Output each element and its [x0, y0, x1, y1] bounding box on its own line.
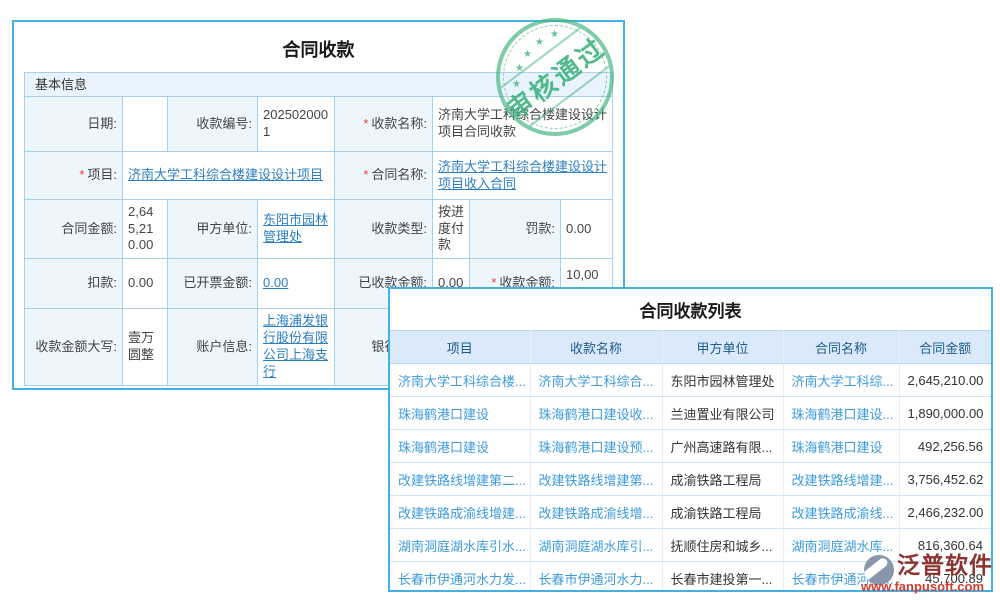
date-label: 日期:	[25, 97, 123, 152]
receipt-name-label: *收款名称:	[335, 97, 433, 152]
party-a-value: 东阳市园林管理处	[258, 200, 335, 259]
cell-project-link[interactable]: 湖南洞庭湖水库引水...	[390, 529, 530, 562]
header-contract-name: 合同名称	[783, 331, 899, 364]
cell-party-a: 东阳市园林管理处	[662, 364, 783, 397]
contract-name-link[interactable]: 济南大学工科综合楼建设设计项目收入合同	[438, 159, 607, 193]
table-row: 长春市伊通河水力发... 长春市伊通河水力... 长春市建投第一... 长春市伊…	[390, 562, 991, 593]
receipt-list-table: 项目 收款名称 甲方单位 合同名称 合同金额 济南大学工科综合楼... 济南大学…	[390, 330, 991, 592]
cell-contract-amount: 816,360.64	[899, 529, 991, 562]
cell-contract-name-link[interactable]: 长春市伊通河水...	[783, 562, 899, 593]
party-a-label: 甲方单位:	[168, 200, 258, 259]
cell-contract-name-link[interactable]: 改建铁路成渝线...	[783, 496, 899, 529]
invoiced-amount-value: 0.00	[258, 259, 335, 309]
cell-project-link[interactable]: 珠海鹤港口建设	[390, 430, 530, 463]
header-party-a: 甲方单位	[662, 331, 783, 364]
deduction-value: 0.00	[123, 259, 168, 309]
cell-contract-amount: 45,700.89	[899, 562, 991, 593]
receipt-type-label: 收款类型:	[335, 200, 433, 259]
date-field[interactable]	[123, 97, 168, 152]
cell-receipt-name-link[interactable]: 改建铁路线增建第...	[530, 463, 662, 496]
table-row: 改建铁路线增建第二... 改建铁路线增建第... 成渝铁路工程局 改建铁路线增建…	[390, 463, 991, 496]
cell-project-link[interactable]: 改建铁路成渝线增建...	[390, 496, 530, 529]
cell-party-a: 长春市建投第一...	[662, 562, 783, 593]
cell-project-link[interactable]: 长春市伊通河水力发...	[390, 562, 530, 593]
cell-party-a: 成渝铁路工程局	[662, 463, 783, 496]
form-title: 合同收款	[14, 22, 623, 72]
cell-contract-amount: 2,645,210.00	[899, 364, 991, 397]
cell-contract-amount: 3,756,452.62	[899, 463, 991, 496]
cell-receipt-name-link[interactable]: 珠海鹤港口建设预...	[530, 430, 662, 463]
header-contract-amount: 合同金额	[899, 331, 991, 364]
cell-contract-name-link[interactable]: 珠海鹤港口建设...	[783, 397, 899, 430]
cell-contract-amount: 1,890,000.00	[899, 397, 991, 430]
table-row: 珠海鹤港口建设 珠海鹤港口建设收... 兰迪置业有限公司 珠海鹤港口建设... …	[390, 397, 991, 430]
invoiced-amount-label: 已开票金额:	[168, 259, 258, 309]
cell-contract-amount: 492,256.56	[899, 430, 991, 463]
cell-contract-amount: 2,466,232.00	[899, 496, 991, 529]
project-label: *项目:	[25, 152, 123, 200]
account-info-label: 账户信息:	[168, 309, 258, 385]
penalty-value: 0.00	[561, 200, 612, 259]
receipt-no-value: 2025020001	[258, 97, 335, 152]
cell-receipt-name-link[interactable]: 济南大学工科综合...	[530, 364, 662, 397]
account-info-link[interactable]: 上海浦发银行股份有限公司上海支行	[263, 313, 329, 381]
contract-amount-value: 2,645,210.00	[123, 200, 168, 259]
cell-receipt-name-link[interactable]: 长春市伊通河水力...	[530, 562, 662, 593]
cell-party-a: 广州高速路有限...	[662, 430, 783, 463]
party-a-link[interactable]: 东阳市园林管理处	[263, 212, 329, 246]
cell-party-a: 抚顺住房和城乡...	[662, 529, 783, 562]
header-project: 项目	[390, 331, 530, 364]
deduction-label: 扣款:	[25, 259, 123, 309]
project-value: 济南大学工科综合楼建设设计项目	[123, 152, 335, 200]
project-link[interactable]: 济南大学工科综合楼建设设计项目	[128, 167, 323, 184]
contract-amount-label: 合同金额:	[25, 200, 123, 259]
cell-receipt-name-link[interactable]: 珠海鹤港口建设收...	[530, 397, 662, 430]
section-basic-info: 基本信息	[24, 72, 613, 96]
table-row: 改建铁路成渝线增建... 改建铁路成渝线增... 成渝铁路工程局 改建铁路成渝线…	[390, 496, 991, 529]
amount-in-words-label: 收款金额大写:	[25, 309, 123, 385]
table-row: 湖南洞庭湖水库引水... 湖南洞庭湖水库引... 抚顺住房和城乡... 湖南洞庭…	[390, 529, 991, 562]
cell-party-a: 兰迪置业有限公司	[662, 397, 783, 430]
receipt-type-value: 按进度付款	[433, 200, 470, 259]
cell-party-a: 成渝铁路工程局	[662, 496, 783, 529]
contract-receipt-list-panel: 合同收款列表 项目 收款名称 甲方单位 合同名称 合同金额 济南大学工科综合楼.…	[388, 287, 993, 592]
amount-in-words-value: 壹万圆整	[123, 309, 168, 385]
cell-receipt-name-link[interactable]: 改建铁路成渝线增...	[530, 496, 662, 529]
cell-contract-name-link[interactable]: 珠海鹤港口建设	[783, 430, 899, 463]
cell-contract-name-link[interactable]: 改建铁路线增建...	[783, 463, 899, 496]
contract-name-label: *合同名称:	[335, 152, 433, 200]
cell-contract-name-link[interactable]: 湖南洞庭湖水库...	[783, 529, 899, 562]
contract-name-value: 济南大学工科综合楼建设设计项目收入合同	[433, 152, 612, 200]
list-title: 合同收款列表	[390, 289, 991, 330]
receipt-name-value: 济南大学工科综合楼建设设计项目合同收款	[433, 97, 612, 152]
table-row: 济南大学工科综合楼... 济南大学工科综合... 东阳市园林管理处 济南大学工科…	[390, 364, 991, 397]
invoiced-amount-link[interactable]: 0.00	[263, 275, 288, 292]
table-header-row: 项目 收款名称 甲方单位 合同名称 合同金额	[390, 331, 991, 364]
header-receipt-name: 收款名称	[530, 331, 662, 364]
receipt-no-label: 收款编号:	[168, 97, 258, 152]
cell-project-link[interactable]: 改建铁路线增建第二...	[390, 463, 530, 496]
cell-project-link[interactable]: 珠海鹤港口建设	[390, 397, 530, 430]
cell-receipt-name-link[interactable]: 湖南洞庭湖水库引...	[530, 529, 662, 562]
cell-project-link[interactable]: 济南大学工科综合楼...	[390, 364, 530, 397]
table-row: 珠海鹤港口建设 珠海鹤港口建设预... 广州高速路有限... 珠海鹤港口建设 4…	[390, 430, 991, 463]
account-info-value: 上海浦发银行股份有限公司上海支行	[258, 309, 335, 385]
cell-contract-name-link[interactable]: 济南大学工科综...	[783, 364, 899, 397]
penalty-label: 罚款:	[470, 200, 561, 259]
